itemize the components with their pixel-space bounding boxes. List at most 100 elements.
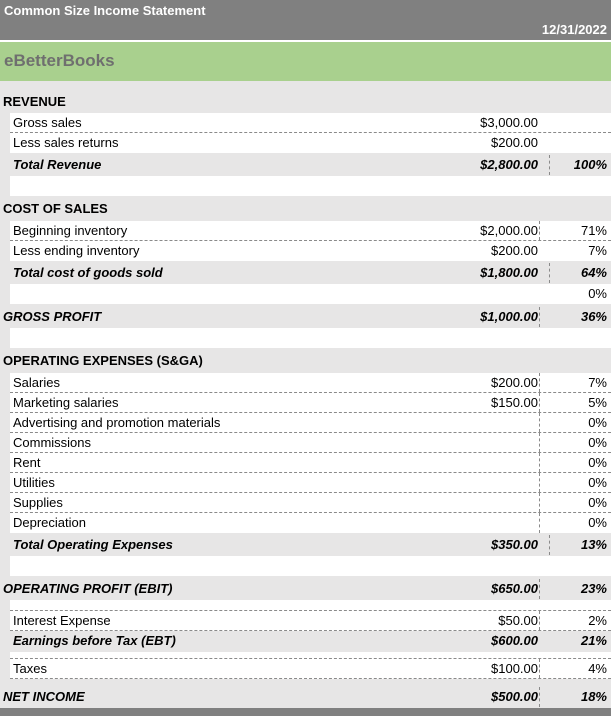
section-label: REVENUE [3,94,66,109]
net-income-row[interactable]: NET INCOME $500.00 18% [0,687,611,707]
line-item-rent[interactable]: Rent 0% [10,453,611,473]
gross-profit-percent: 36% [580,309,607,324]
total-percent: 100% [573,157,607,172]
operating-profit-row[interactable]: OPERATING PROFIT (EBIT) $650.00 23% [0,579,611,599]
net-income-amount: $500.00 [491,689,538,704]
item-percent: 0% [588,415,607,430]
blank-row [10,328,611,348]
ebt-amount: $600.00 [491,633,538,648]
gross-profit-row[interactable]: GROSS PROFIT $1,000.00 36% [0,307,611,327]
column-divider [539,307,540,327]
column-divider [539,393,540,412]
blank-percent-row[interactable]: 0% [10,284,611,304]
section-label: COST OF SALES [3,201,108,216]
line-item-beginning-inventory[interactable]: Beginning inventory $2,000.00 71% [10,221,611,241]
total-cogs-row[interactable]: Total cost of goods sold $1,800.00 64% [10,263,611,283]
item-amount: $3,000.00 [480,115,538,130]
line-item-commissions[interactable]: Commissions 0% [10,433,611,453]
column-divider [539,579,540,599]
footer-bar [0,708,611,716]
section-heading-operating-expenses: OPERATING EXPENSES (S&GA) [0,351,611,371]
item-amount: $50.00 [498,613,538,628]
total-label: Total Operating Expenses [13,537,173,552]
title-bar: Common Size Income Statement 12/31/2022 [0,0,611,40]
total-label: Total Revenue [13,157,102,172]
operating-profit-percent: 23% [580,581,607,596]
item-label: Utilities [13,475,55,490]
line-item-taxes[interactable]: Taxes $100.00 4% [10,659,611,679]
column-divider [549,263,550,283]
total-label: Total cost of goods sold [13,265,163,280]
item-percent: 0% [588,495,607,510]
column-divider [539,687,540,707]
ebt-label: Earnings before Tax (EBT) [13,633,176,648]
item-label: Rent [13,455,41,470]
item-label: Beginning inventory [13,223,128,238]
section-heading-cost-of-sales: COST OF SALES [0,199,611,219]
gross-profit-amount: $1,000.00 [480,309,538,324]
item-percent: 0% [588,286,607,301]
column-divider [539,493,540,512]
column-divider [539,433,540,452]
line-item-ending-inventory[interactable]: Less ending inventory $200.00 7% [10,241,611,261]
total-operating-expenses-row[interactable]: Total Operating Expenses $350.00 13% [10,535,611,555]
item-percent: 2% [588,613,607,628]
item-percent: 0% [588,455,607,470]
total-amount: $350.00 [491,537,538,552]
gross-profit-label: GROSS PROFIT [3,309,102,324]
item-label: Gross sales [13,115,82,130]
ebt-percent: 21% [580,633,607,648]
column-divider [549,155,550,175]
item-amount: $150.00 [491,395,538,410]
statement-date: 12/31/2022 [541,22,607,37]
item-amount: $100.00 [491,661,538,676]
item-label: Supplies [13,495,63,510]
column-divider [539,659,540,678]
item-amount: $200.00 [491,243,538,258]
line-item-depreciation[interactable]: Depreciation 0% [10,513,611,533]
spacer-row [10,652,611,659]
item-label: Depreciation [13,515,86,530]
statement-title: Common Size Income Statement [4,3,206,18]
column-divider [539,611,540,630]
item-label: Less sales returns [13,135,119,150]
item-percent: 5% [588,395,607,410]
item-label: Less ending inventory [13,243,140,258]
item-percent: 4% [588,661,607,676]
line-item-utilities[interactable]: Utilities 0% [10,473,611,493]
company-name: eBetterBooks [4,51,115,70]
column-divider [539,513,540,533]
item-label: Marketing salaries [13,395,119,410]
income-statement-sheet: Common Size Income Statement 12/31/2022 … [0,0,611,716]
column-divider [539,473,540,492]
item-label: Taxes [13,661,47,676]
line-item-supplies[interactable]: Supplies 0% [10,493,611,513]
line-item-marketing-salaries[interactable]: Marketing salaries $150.00 5% [10,393,611,413]
line-item-gross-sales[interactable]: Gross sales $3,000.00 [10,113,611,133]
item-amount: $200.00 [491,375,538,390]
item-label: Commissions [13,435,92,450]
item-percent: 7% [588,375,607,390]
spacer-row [10,600,611,611]
item-percent: 7% [588,243,607,258]
company-band: eBetterBooks [0,42,611,81]
ebt-row[interactable]: Earnings before Tax (EBT) $600.00 21% [10,631,611,651]
section-label: OPERATING EXPENSES (S&GA) [3,353,203,368]
total-revenue-row[interactable]: Total Revenue $2,800.00 100% [10,155,611,175]
blank-row [10,176,611,196]
line-item-advertising[interactable]: Advertising and promotion materials 0% [10,413,611,433]
item-amount: $200.00 [491,135,538,150]
item-percent: 0% [588,515,607,530]
item-percent: 71% [580,223,607,238]
line-item-salaries[interactable]: Salaries $200.00 7% [10,373,611,393]
item-percent: 0% [588,435,607,450]
total-percent: 13% [580,537,607,552]
item-label: Interest Expense [13,613,111,628]
line-item-sales-returns[interactable]: Less sales returns $200.00 [10,133,611,153]
total-amount: $2,800.00 [480,157,538,172]
blank-row [10,556,611,576]
total-percent: 64% [580,265,607,280]
column-divider [539,453,540,472]
line-item-interest-expense[interactable]: Interest Expense $50.00 2% [10,611,611,631]
section-heading-revenue: REVENUE [0,92,611,112]
